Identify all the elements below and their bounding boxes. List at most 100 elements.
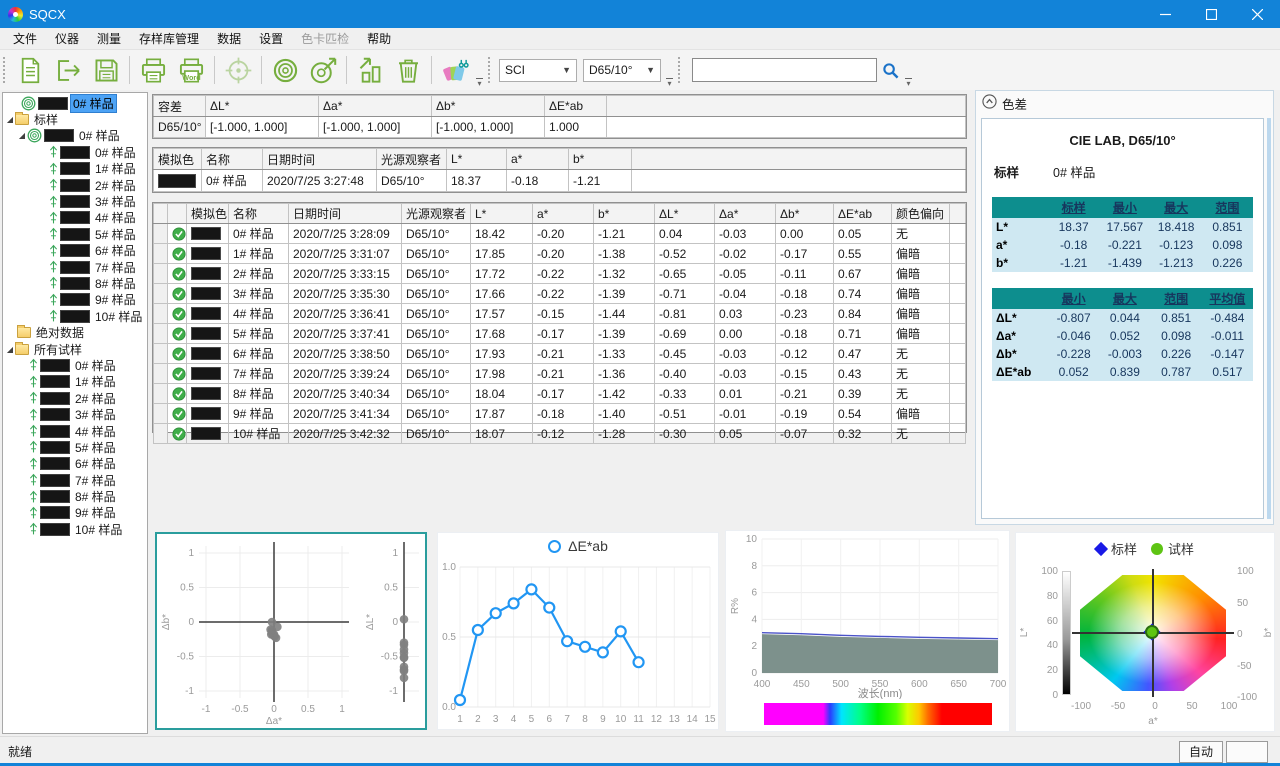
- tree-standard-sample-10[interactable]: 10# 样品: [3, 308, 147, 324]
- expander-icon[interactable]: ◢: [5, 345, 15, 354]
- standard-header[interactable]: 名称: [202, 149, 263, 170]
- tree-standard-sample-1[interactable]: 1# 样品: [3, 161, 147, 177]
- minimize-button[interactable]: [1142, 0, 1188, 28]
- sample-row-5[interactable]: 5# 样品2020/7/25 3:37:41D65/10°17.68-0.17-…: [154, 324, 966, 344]
- standard-header[interactable]: 日期时间: [263, 149, 377, 170]
- toolbar-grip[interactable]: [678, 57, 683, 83]
- samples-header[interactable]: a*: [533, 204, 594, 224]
- gamut-panel[interactable]: 标样 试样 100806040200100500-50-100-100-5005…: [1015, 532, 1275, 732]
- menu-4[interactable]: 数据: [208, 28, 250, 49]
- sample-row-2[interactable]: 2# 样品2020/7/25 3:33:15D65/10°17.72-0.22-…: [154, 264, 966, 284]
- tree-standard-sample-7[interactable]: 7# 样品: [3, 259, 147, 275]
- tree-folder-absolute[interactable]: 绝对数据: [3, 324, 147, 340]
- sample-row-3[interactable]: 3# 样品2020/7/25 3:35:30D65/10°17.66-0.22-…: [154, 284, 966, 304]
- sample-row-8[interactable]: 8# 样品2020/7/25 3:40:34D65/10°18.04-0.17-…: [154, 384, 966, 404]
- tolerance-header[interactable]: ΔE*ab: [545, 96, 607, 117]
- samples-header[interactable]: b*: [594, 204, 655, 224]
- toolbar-grip[interactable]: [488, 57, 493, 83]
- tree-selected-sample[interactable]: 0# 样品: [3, 95, 147, 111]
- tree-all-sample-1[interactable]: 1# 样品: [3, 374, 147, 390]
- toolbar-overflow-icon[interactable]: ▾: [476, 78, 483, 88]
- tolerance-header[interactable]: Δa*: [319, 96, 432, 117]
- tree-standard-sample-9[interactable]: 9# 样品: [3, 292, 147, 308]
- tree-all-sample-8[interactable]: 8# 样品: [3, 488, 147, 504]
- expander-icon[interactable]: ◢: [17, 131, 27, 140]
- tolerance-header[interactable]: 容差: [154, 96, 206, 117]
- tolerance-header[interactable]: Δb*: [432, 96, 545, 117]
- save-icon[interactable]: [87, 53, 125, 87]
- tree-folder-all-samples[interactable]: ◢所有试样: [3, 341, 147, 357]
- new-document-icon[interactable]: [11, 53, 49, 87]
- menu-2[interactable]: 测量: [88, 28, 130, 49]
- tree-standard-sample-6[interactable]: 6# 样品: [3, 243, 147, 259]
- menu-6[interactable]: 色卡匹检: [292, 28, 358, 49]
- tree-all-sample-3[interactable]: 3# 样品: [3, 406, 147, 422]
- deltae-trend-panel[interactable]: ΔE*ab 1234567891011121314150.00.51.0: [437, 532, 719, 730]
- tree-standard-sample-4[interactable]: 4# 样品: [3, 210, 147, 226]
- scatter-chart-panel[interactable]: -1-1-0.5-0.5000.50.511Δb*Δa*-1-0.500.51Δ…: [155, 532, 427, 730]
- tree-standard-sample-3[interactable]: 3# 样品: [3, 193, 147, 209]
- samples-header[interactable]: ΔE*ab: [834, 204, 892, 224]
- samples-header[interactable]: L*: [471, 204, 533, 224]
- tree-all-sample-4[interactable]: 4# 样品: [3, 423, 147, 439]
- color-match-icon[interactable]: [436, 53, 474, 87]
- sample-row-0[interactable]: 0# 样品2020/7/25 3:28:09D65/10°18.42-0.20-…: [154, 224, 966, 244]
- reflectance-panel[interactable]: 0246810400450500550600650700R%波长(nm): [725, 530, 1010, 732]
- tree-all-sample-0[interactable]: 0# 样品: [3, 357, 147, 373]
- tree-all-sample-5[interactable]: 5# 样品: [3, 439, 147, 455]
- standard-header[interactable]: b*: [569, 149, 632, 170]
- tree-all-sample-2[interactable]: 2# 样品: [3, 390, 147, 406]
- menu-3[interactable]: 存样库管理: [130, 28, 208, 49]
- menu-7[interactable]: 帮助: [358, 28, 400, 49]
- standard-header[interactable]: 光源观察者: [377, 149, 447, 170]
- samples-header[interactable]: 模拟色: [187, 204, 229, 224]
- illuminant-dropdown[interactable]: D65/10°▼: [583, 59, 661, 82]
- sample-row-7[interactable]: 7# 样品2020/7/25 3:39:24D65/10°17.98-0.21-…: [154, 364, 966, 384]
- tree-all-sample-10[interactable]: 10# 样品: [3, 521, 147, 537]
- maximize-button[interactable]: [1188, 0, 1234, 28]
- panel-scroll-strip[interactable]: [1267, 118, 1271, 519]
- standard-header[interactable]: L*: [447, 149, 507, 170]
- sample-row-1[interactable]: 1# 样品2020/7/25 3:31:07D65/10°17.85-0.20-…: [154, 244, 966, 264]
- tree-standard-sample-8[interactable]: 8# 样品: [3, 275, 147, 291]
- collapse-icon[interactable]: [982, 94, 997, 112]
- samples-header[interactable]: ΔL*: [655, 204, 715, 224]
- toolbar-overflow-icon[interactable]: ▾: [666, 78, 673, 88]
- sci-dropdown[interactable]: SCI▼: [499, 59, 577, 82]
- tree-folder-standards[interactable]: ◢标样: [3, 111, 147, 127]
- close-button[interactable]: [1234, 0, 1280, 28]
- samples-header[interactable]: 颜色偏向: [892, 204, 950, 224]
- samples-header[interactable]: 日期时间: [289, 204, 402, 224]
- tree-all-sample-7[interactable]: 7# 样品: [3, 472, 147, 488]
- search-input[interactable]: [692, 58, 877, 82]
- expander-icon[interactable]: ◢: [5, 115, 15, 124]
- standard-header[interactable]: a*: [507, 149, 569, 170]
- samples-header[interactable]: 名称: [229, 204, 289, 224]
- menu-1[interactable]: 仪器: [46, 28, 88, 49]
- sample-row-10[interactable]: 10# 样品2020/7/25 3:42:32D65/10°18.07-0.12…: [154, 424, 966, 444]
- menu-5[interactable]: 设置: [250, 28, 292, 49]
- toolbar-overflow-icon[interactable]: ▾: [905, 78, 912, 88]
- sample-row-9[interactable]: 9# 样品2020/7/25 3:41:34D65/10°17.87-0.18-…: [154, 404, 966, 424]
- toolbar-grip[interactable]: [3, 57, 8, 83]
- tree-standard-item[interactable]: ◢0# 样品: [3, 128, 147, 144]
- samples-header[interactable]: 光源观察者: [402, 204, 471, 224]
- measure-standard-icon[interactable]: [266, 53, 304, 87]
- statistics-icon[interactable]: [351, 53, 389, 87]
- print-word-icon[interactable]: Word: [172, 53, 210, 87]
- sample-row-4[interactable]: 4# 样品2020/7/25 3:36:41D65/10°17.57-0.15-…: [154, 304, 966, 324]
- calibrate-target-icon[interactable]: [219, 53, 257, 87]
- tree-standard-sample-0[interactable]: 0# 样品: [3, 144, 147, 160]
- sample-row-6[interactable]: 6# 样品2020/7/25 3:38:50D65/10°17.93-0.21-…: [154, 344, 966, 364]
- delete-icon[interactable]: [389, 53, 427, 87]
- print-icon[interactable]: [134, 53, 172, 87]
- tolerance-header[interactable]: ΔL*: [206, 96, 319, 117]
- tree-all-sample-6[interactable]: 6# 样品: [3, 456, 147, 472]
- samples-header[interactable]: Δa*: [715, 204, 776, 224]
- tree-standard-sample-5[interactable]: 5# 样品: [3, 226, 147, 242]
- standard-header[interactable]: 模拟色: [154, 149, 202, 170]
- tree-standard-sample-2[interactable]: 2# 样品: [3, 177, 147, 193]
- menu-0[interactable]: 文件: [4, 28, 46, 49]
- search-icon[interactable]: [877, 57, 903, 83]
- tree-all-sample-9[interactable]: 9# 样品: [3, 505, 147, 521]
